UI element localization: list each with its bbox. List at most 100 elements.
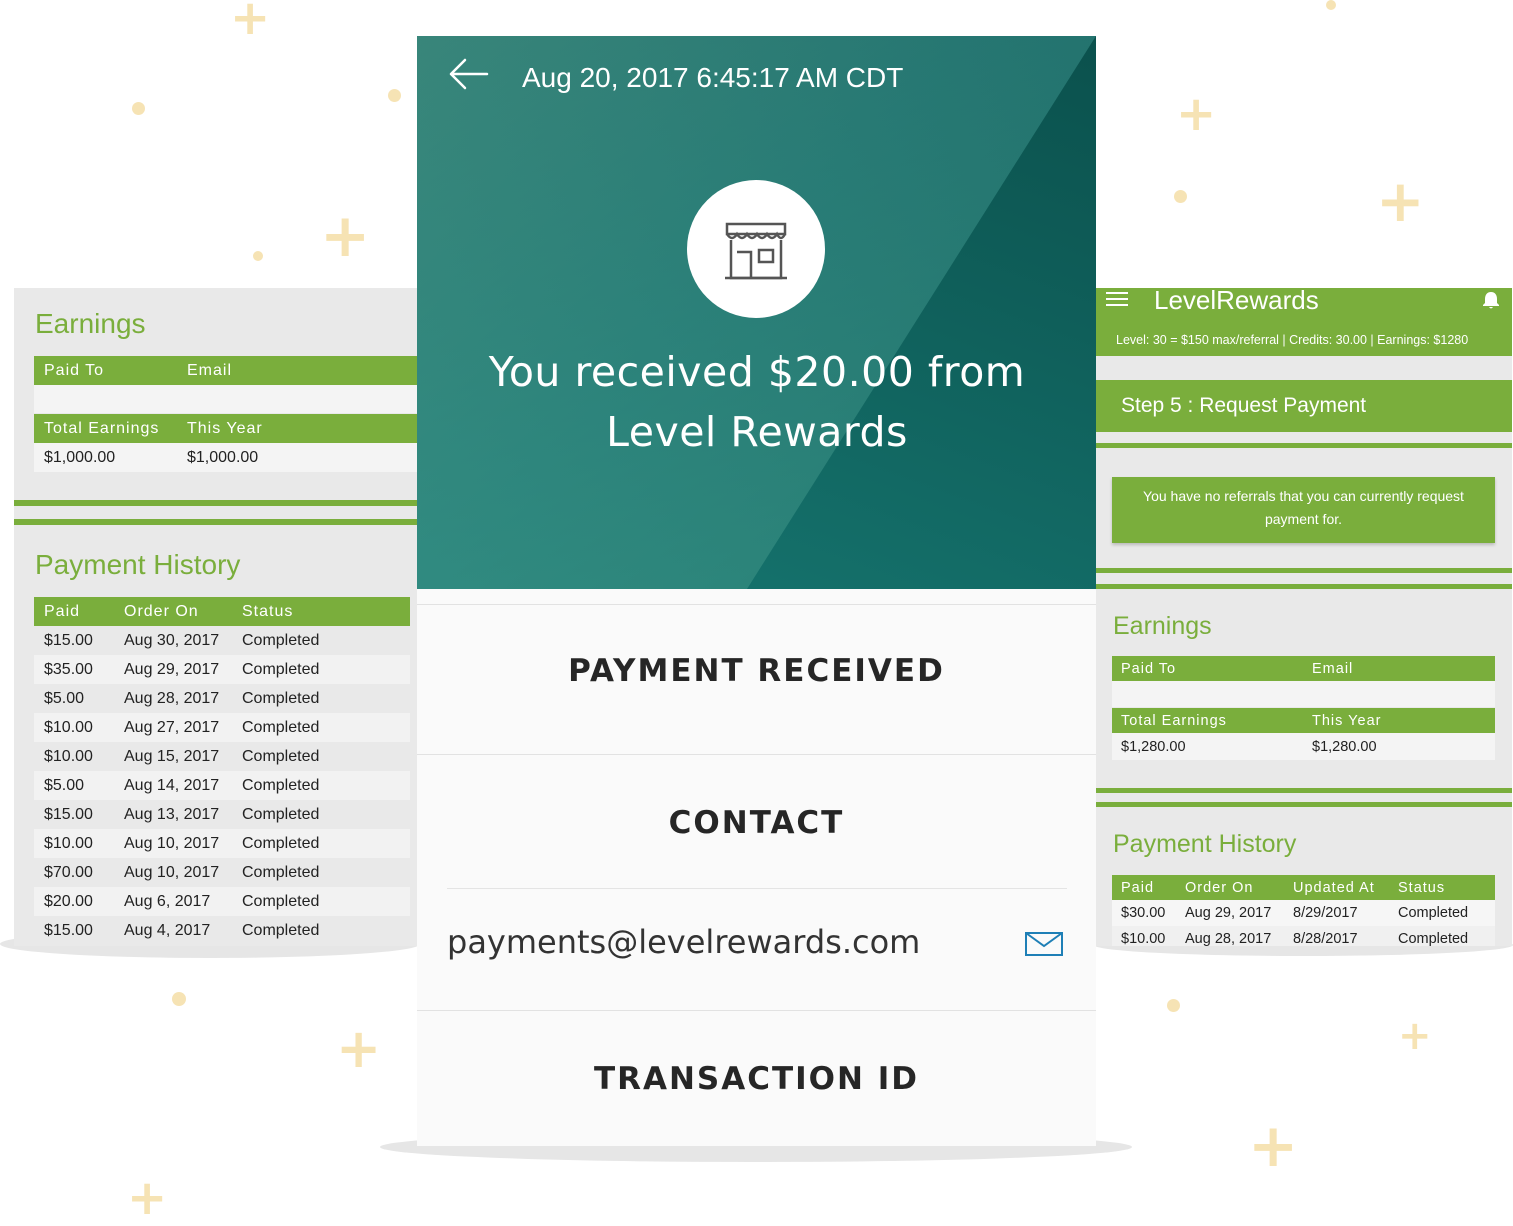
decor-plus-6: + xyxy=(1398,1013,1432,1059)
table-row: $30.00 Aug 29, 2017 8/29/2017 Completed xyxy=(1112,900,1495,926)
level-info: Level: 30 = $150 max/referral | Credits:… xyxy=(1116,333,1469,347)
column-email: Email xyxy=(1312,660,1354,677)
order-on-cell: Aug 14, 2017 xyxy=(124,776,220,794)
paid-cell: $70.00 xyxy=(44,863,93,881)
column-paid-to: Paid To xyxy=(1121,660,1177,677)
updated-at-cell: 8/28/2017 xyxy=(1293,931,1358,946)
table-row: $70.00 Aug 10, 2017 Completed xyxy=(34,858,410,887)
right-dashboard-panel: LevelRewards Level: 30 = $150 max/referr… xyxy=(1096,288,1512,946)
table-row: $10.00 Aug 27, 2017 Completed xyxy=(34,713,410,742)
decor-dot xyxy=(132,102,145,115)
contact-divider xyxy=(447,888,1067,889)
merchant-avatar xyxy=(687,180,825,318)
table-row: $5.00 Aug 14, 2017 Completed xyxy=(34,771,410,800)
earnings-header-row: Paid To Email xyxy=(1112,656,1495,681)
mail-icon[interactable] xyxy=(1024,930,1064,958)
section-divider xyxy=(1096,568,1512,573)
section-divider xyxy=(1096,443,1512,448)
status-cell: Completed xyxy=(242,921,320,939)
table-row: $20.00 Aug 6, 2017 Completed xyxy=(34,887,410,916)
order-on-cell: Aug 6, 2017 xyxy=(124,892,211,910)
transaction-id-label: TRANSACTION ID xyxy=(593,1061,920,1097)
decor-plus-4: + xyxy=(1376,167,1425,235)
notice-text: You have no referrals that you can curre… xyxy=(1143,488,1464,527)
back-arrow-icon[interactable] xyxy=(447,56,491,92)
store-icon xyxy=(725,222,787,280)
status-cell: Completed xyxy=(242,805,320,823)
decor-dot xyxy=(1174,190,1187,203)
section-divider xyxy=(1096,584,1512,589)
decor-dot xyxy=(1326,0,1336,10)
this-year-value: $1,000.00 xyxy=(187,448,259,466)
status-cell: Completed xyxy=(242,660,320,678)
contact-label: CONTACT xyxy=(668,805,845,841)
column-status: Status xyxy=(242,602,294,620)
order-on-cell: Aug 28, 2017 xyxy=(1185,931,1272,946)
column-paid-to: Paid To xyxy=(44,361,105,379)
app-bar: LevelRewards Level: 30 = $150 max/referr… xyxy=(1096,288,1512,356)
decor-plus-5: + xyxy=(336,1017,382,1080)
order-on-cell: Aug 29, 2017 xyxy=(124,660,220,678)
paid-cell: $10.00 xyxy=(1121,931,1166,946)
paid-cell: $15.00 xyxy=(44,921,93,939)
step-header: Step 5 : Request Payment xyxy=(1096,380,1512,432)
order-on-cell: Aug 13, 2017 xyxy=(124,805,220,823)
no-referrals-notice: You have no referrals that you can curre… xyxy=(1112,477,1495,543)
payment-history-title: Payment History xyxy=(1113,830,1297,858)
payment-history-title: Payment History xyxy=(35,549,241,580)
totals-header-row: Total Earnings This Year xyxy=(34,414,417,443)
transaction-id-card: TRANSACTION ID xyxy=(417,1010,1096,1146)
status-cell: Completed xyxy=(242,718,320,736)
order-on-cell: Aug 10, 2017 xyxy=(124,863,220,881)
paid-cell: $10.00 xyxy=(44,834,93,852)
paid-cell: $10.00 xyxy=(44,718,93,736)
status-cell: Completed xyxy=(242,631,320,649)
menu-icon[interactable] xyxy=(1106,292,1128,308)
earnings-title: Earnings xyxy=(1113,612,1212,640)
column-updated-at: Updated At xyxy=(1293,879,1375,896)
table-row: $15.00 Aug 4, 2017 Completed xyxy=(34,916,410,945)
status-cell: Completed xyxy=(242,892,320,910)
column-total-earnings: Total Earnings xyxy=(1121,712,1227,729)
table-row: $5.00 Aug 28, 2017 Completed xyxy=(34,684,410,713)
step-label: Step 5 : Request Payment xyxy=(1121,394,1367,417)
paid-cell: $15.00 xyxy=(44,805,93,823)
bell-icon[interactable] xyxy=(1481,290,1501,310)
table-row: $10.00 Aug 10, 2017 Completed xyxy=(34,829,410,858)
decor-plus-2: + xyxy=(320,201,371,271)
column-paid: Paid xyxy=(1121,879,1155,896)
updated-at-cell: 8/29/2017 xyxy=(1293,905,1358,921)
column-email: Email xyxy=(187,361,233,379)
totals-row: $1,000.00 $1,000.00 xyxy=(34,443,417,472)
section-divider xyxy=(14,500,417,506)
earnings-blank-row xyxy=(34,385,417,413)
table-row: $15.00 Aug 13, 2017 Completed xyxy=(34,800,410,829)
paid-cell: $5.00 xyxy=(44,689,85,707)
paid-cell: $15.00 xyxy=(44,631,93,649)
column-total-earnings: Total Earnings xyxy=(44,419,160,437)
status-cell: Completed xyxy=(1398,931,1469,946)
section-divider xyxy=(1096,802,1512,807)
decor-plus-8: + xyxy=(127,1170,168,1226)
order-on-cell: Aug 4, 2017 xyxy=(124,921,211,939)
this-year-value: $1,280.00 xyxy=(1312,738,1377,755)
decor-plus-7: + xyxy=(1248,1111,1299,1181)
order-on-cell: Aug 27, 2017 xyxy=(124,718,220,736)
earnings-header-row: Paid To Email xyxy=(34,356,417,385)
transaction-time: 6:45:17 AM CDT xyxy=(696,62,904,93)
table-row: $10.00 Aug 15, 2017 Completed xyxy=(34,742,410,771)
earnings-blank-row xyxy=(1112,681,1495,707)
status-cell: Completed xyxy=(242,689,320,707)
order-on-cell: Aug 29, 2017 xyxy=(1185,905,1272,921)
payment-history-header-row: Paid Order On Status xyxy=(34,597,410,626)
left-dashboard-panel: Earnings Paid To Email Total Earnings Th… xyxy=(14,288,417,946)
section-divider xyxy=(1096,788,1512,793)
decor-dot xyxy=(1167,999,1180,1012)
paid-cell: $20.00 xyxy=(44,892,93,910)
total-earnings-value: $1,280.00 xyxy=(1121,738,1186,755)
paid-cell: $30.00 xyxy=(1121,905,1166,921)
paid-cell: $5.00 xyxy=(44,776,85,794)
status-cell: Completed xyxy=(1398,905,1469,921)
section-divider xyxy=(14,519,417,525)
contact-email[interactable]: payments@levelrewards.com xyxy=(447,923,920,961)
